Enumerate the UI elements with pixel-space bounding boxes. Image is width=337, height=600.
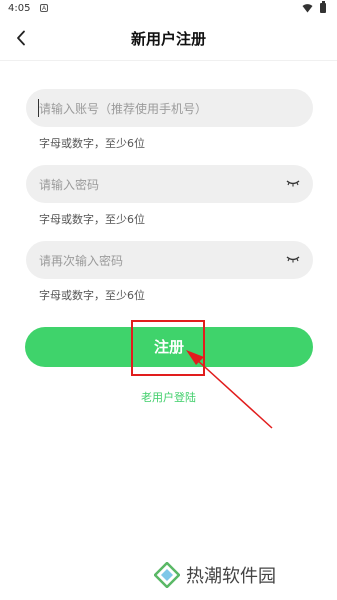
eye-closed-icon[interactable] bbox=[286, 255, 300, 263]
app-header: 新用户注册 bbox=[0, 18, 337, 61]
status-time: 4:05 bbox=[8, 3, 31, 14]
old-user-login-link[interactable]: 老用户登陆 bbox=[0, 389, 337, 405]
watermark-text: 热潮软件园 bbox=[186, 566, 276, 587]
confirm-password-input[interactable]: 请再次输入密码 bbox=[26, 241, 313, 279]
notification-a-icon: A bbox=[40, 4, 48, 12]
wifi-icon bbox=[302, 4, 313, 13]
confirm-password-placeholder: 请再次输入密码 bbox=[39, 254, 124, 268]
password-hint: 字母或数字，至少6位 bbox=[39, 213, 145, 226]
battery-icon bbox=[320, 1, 326, 13]
watermark-logo-icon bbox=[154, 562, 180, 588]
account-placeholder: 请输入账号（推荐使用手机号） bbox=[39, 102, 208, 116]
account-hint: 字母或数字，至少6位 bbox=[39, 137, 145, 150]
page-title: 新用户注册 bbox=[130, 30, 206, 48]
eye-closed-icon[interactable] bbox=[286, 179, 300, 187]
watermark: 热潮软件园 bbox=[154, 560, 276, 590]
password-placeholder: 请输入密码 bbox=[39, 178, 100, 192]
status-bar: 4:05 A bbox=[0, 0, 337, 18]
account-input[interactable]: 请输入账号（推荐使用手机号） bbox=[26, 89, 313, 127]
password-input[interactable]: 请输入密码 bbox=[26, 165, 313, 203]
annotation-highlight-box bbox=[131, 320, 205, 376]
confirm-password-hint: 字母或数字，至少6位 bbox=[39, 289, 145, 302]
